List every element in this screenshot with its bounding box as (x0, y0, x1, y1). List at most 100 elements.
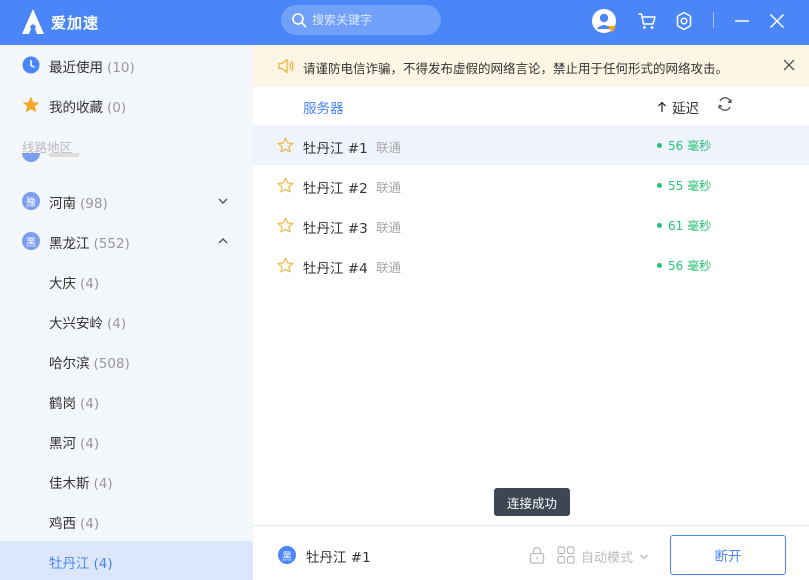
sidebar-item-count: (4) (80, 516, 100, 532)
sidebar-item-label: 鸡西 (49, 516, 76, 532)
notice-text: 请谨防电信诈骗，不得发布虚假的网络言论，禁止用于任何形式的网络攻击。 (303, 61, 729, 76)
sidebar-item-count: (4) (80, 396, 100, 412)
settings-button[interactable] (671, 8, 697, 34)
cart-button[interactable] (634, 8, 660, 34)
cart-icon (638, 13, 656, 29)
sidebar-item-heihe[interactable]: 黑河 (4) (0, 421, 253, 461)
sidebar-item-count: (4) (80, 436, 100, 452)
sidebar-item-daxinganling[interactable]: 大兴安岭 (4) (0, 301, 253, 341)
star-outline-icon[interactable] (277, 137, 294, 154)
region-badge: 豫 (22, 192, 40, 210)
server-row[interactable]: 牡丹江 #3 联通 61 毫秒 (253, 205, 809, 245)
sidebar-item-count: (4) (93, 476, 113, 492)
server-isp: 联通 (376, 140, 402, 155)
sidebar-item-harbin[interactable]: 哈尔滨 (508) (0, 341, 253, 381)
app-logo: 爱加速 (20, 8, 99, 36)
mode-label: 自动模式 (581, 551, 634, 566)
sidebar-item-label: 黑龙江 (49, 236, 90, 252)
sidebar-item-henan[interactable]: 豫 河南 (98) (0, 181, 253, 221)
sidebar-item-count: (4) (93, 556, 113, 572)
user-avatar-button[interactable] (591, 8, 617, 34)
sidebar-item-count: (4) (80, 276, 100, 292)
close-button[interactable] (764, 8, 790, 34)
app-name: 爱加速 (51, 13, 100, 32)
minimize-icon (735, 20, 749, 22)
user-avatar-icon (592, 9, 616, 33)
star-filled-icon (22, 96, 40, 113)
server-name: 牡丹江 #3 (303, 221, 368, 237)
disconnect-button[interactable]: 断开 (670, 535, 786, 575)
sort-arrow-up-icon (658, 101, 666, 112)
mode-dropdown[interactable]: 自动模式 (581, 547, 649, 566)
sidebar-item-jiamusi[interactable]: 佳木斯 (4) (0, 461, 253, 501)
connection-bar: 黑 牡丹江 #1 自动模式 断开 (253, 525, 809, 580)
sidebar-item-jixi[interactable]: 鸡西 (4) (0, 501, 253, 541)
connection-toast: 连接成功 (494, 488, 570, 516)
search-box[interactable] (281, 5, 441, 35)
server-row[interactable]: 牡丹江 #1 联通 56 毫秒 (253, 125, 809, 165)
server-latency: 56 毫秒 (657, 137, 711, 154)
sidebar-item-label: 哈尔滨 (49, 356, 90, 372)
server-latency: 55 毫秒 (657, 177, 711, 194)
star-outline-icon[interactable] (277, 177, 294, 194)
sidebar-item-count: (98) (80, 196, 108, 212)
latency-value: 56 毫秒 (668, 259, 712, 273)
clock-icon (22, 56, 40, 74)
star-outline-icon[interactable] (277, 217, 294, 234)
chevron-down-icon[interactable] (217, 195, 229, 207)
sidebar-item-hegang[interactable]: 鹤岗 (4) (0, 381, 253, 421)
current-region-badge: 黑 (278, 546, 296, 564)
header-server[interactable]: 服务器 (303, 97, 344, 117)
latency-value: 55 毫秒 (668, 179, 712, 193)
logo-icon (22, 9, 44, 34)
refresh-icon[interactable] (717, 96, 733, 112)
sidebar-item-count: (552) (93, 236, 130, 252)
chevron-up-icon[interactable] (217, 235, 229, 247)
sidebar-item-label: 黑河 (49, 436, 76, 452)
star-outline-icon[interactable] (277, 257, 294, 274)
close-icon (769, 13, 785, 29)
latency-dot-icon (657, 183, 662, 188)
header-latency-sort[interactable]: 延迟 (657, 97, 699, 117)
sidebar-item-count: (4) (107, 316, 127, 332)
server-isp: 联通 (376, 220, 402, 235)
latency-value: 56 毫秒 (668, 139, 712, 153)
sidebar-item-heilongjiang[interactable]: 黑 黑龙江 (552) (0, 221, 253, 261)
server-isp: 联通 (376, 180, 402, 195)
server-row[interactable]: 牡丹江 #4 联通 56 毫秒 (253, 245, 809, 285)
server-name: 牡丹江 #2 (303, 181, 368, 197)
server-name: 牡丹江 #4 (303, 261, 368, 277)
sidebar-item-favorites[interactable]: 我的收藏 (0) (0, 85, 253, 125)
titlebar-divider (713, 12, 714, 28)
latency-dot-icon (657, 143, 662, 148)
region-badge: 黑 (22, 232, 40, 250)
server-latency: 61 毫秒 (657, 217, 711, 234)
sidebar-item-daqing[interactable]: 大庆 (4) (0, 261, 253, 301)
current-server-name: 牡丹江 #1 (306, 550, 371, 566)
title-bar: 爱加速 (0, 0, 809, 45)
minimize-button[interactable] (729, 8, 755, 34)
sidebar-item-count: (0) (107, 100, 127, 116)
header-latency-label: 延迟 (672, 101, 699, 117)
search-icon (292, 13, 307, 28)
grid-icon (557, 546, 575, 564)
latency-value: 61 毫秒 (668, 219, 712, 233)
sidebar-item-label: 大兴安岭 (49, 316, 103, 332)
notice-close-icon[interactable] (783, 59, 795, 71)
sidebar-item-label: 我的收藏 (49, 100, 103, 116)
sidebar: 最近使用 (10) 我的收藏 (0) 线路地区 豫 河南 (98) 黑 黑龙江 (552… (0, 45, 253, 580)
sidebar-item-label: 河南 (49, 196, 76, 212)
sidebar-item-count: (10) (107, 60, 135, 76)
sidebar-item-mudanjiang[interactable]: 牡丹江 (4) (0, 541, 253, 580)
server-list-header: 服务器 延迟 (253, 87, 809, 125)
speaker-icon (278, 58, 294, 74)
server-latency: 56 毫秒 (657, 257, 711, 274)
sidebar-item-label: 佳木斯 (49, 476, 90, 492)
lock-icon[interactable] (529, 546, 545, 564)
server-row[interactable]: 牡丹江 #2 联通 55 毫秒 (253, 165, 809, 205)
search-input[interactable] (312, 13, 432, 27)
server-isp: 联通 (376, 260, 402, 275)
gear-icon (676, 11, 692, 31)
sidebar-item-recent[interactable]: 最近使用 (10) (0, 45, 253, 85)
sidebar-item-label: 鹤岗 (49, 396, 76, 412)
